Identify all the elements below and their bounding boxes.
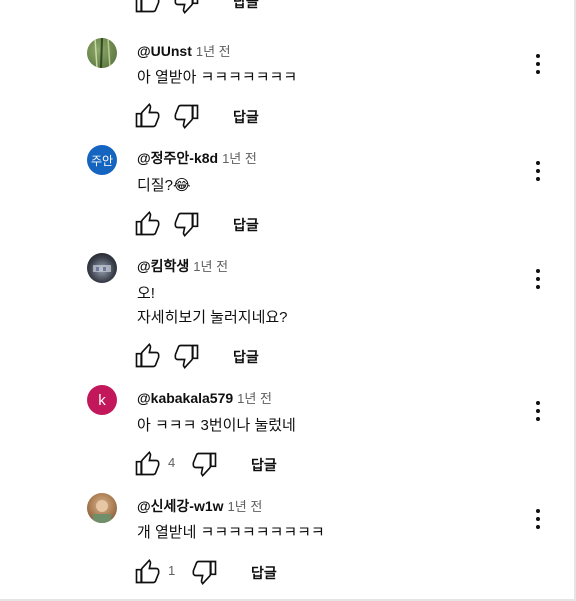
comment-time[interactable]: 1년 전 <box>228 499 263 514</box>
thumbs-up-icon <box>135 450 160 476</box>
dislike-button[interactable] <box>191 558 219 586</box>
more-options-icon[interactable] <box>528 399 548 423</box>
like-button[interactable] <box>133 450 161 478</box>
comment-actions: 답글 <box>133 102 433 130</box>
like-button[interactable] <box>133 342 161 370</box>
top-action-row: 답글 <box>133 0 433 15</box>
photo-avatar-icon <box>93 500 111 523</box>
more-options-icon[interactable] <box>528 52 548 76</box>
comment-author[interactable]: @킴학생 <box>137 258 189 274</box>
more-options-icon[interactable] <box>528 507 548 531</box>
thumbs-down-icon <box>174 104 199 130</box>
thumbs-up-icon <box>135 210 160 236</box>
reply-button[interactable]: 답글 <box>233 0 259 12</box>
dislike-button[interactable] <box>191 450 219 478</box>
avatar[interactable] <box>87 253 117 283</box>
dislike-button[interactable] <box>173 342 201 370</box>
avatar[interactable]: k <box>87 385 117 415</box>
thumbs-down-icon <box>174 0 199 15</box>
reply-button[interactable]: 답글 <box>233 215 259 235</box>
thumbs-down-icon <box>192 452 217 478</box>
comment-text: 아 ㅋㅋㅋ 3번이나 눌렀네 <box>137 417 296 434</box>
comment-author[interactable]: @정주안-k8d <box>137 150 218 166</box>
comment-author[interactable]: @UUnst <box>137 43 192 59</box>
comment-actions: 4 답글 <box>133 450 433 478</box>
thumbs-down-icon <box>174 344 199 370</box>
thumbs-up-icon <box>135 0 160 13</box>
dislike-button[interactable] <box>173 0 201 15</box>
dislike-button[interactable] <box>173 102 201 130</box>
comment-actions: 답글 <box>133 210 433 238</box>
comment-text-line-2: 자세히보기 눌러지네요? <box>137 309 288 326</box>
thumbs-up-icon <box>135 558 160 584</box>
more-options-icon[interactable] <box>528 159 548 183</box>
thumbs-down-icon <box>192 560 217 586</box>
photo-avatar-icon <box>93 265 111 272</box>
comment-text: 개 열받네 ㅋㅋㅋㅋㅋㅋㅋㅋㅋ <box>137 524 325 541</box>
thumbs-up-icon <box>135 342 160 368</box>
reply-button[interactable]: 답글 <box>233 107 259 127</box>
avatar[interactable] <box>87 493 117 523</box>
reply-button[interactable]: 답글 <box>251 563 277 583</box>
dislike-button[interactable] <box>173 210 201 238</box>
like-count: 4 <box>168 455 176 470</box>
thumbs-down-icon <box>174 212 199 238</box>
like-button[interactable] <box>133 558 161 586</box>
avatar[interactable]: 주안 <box>87 145 117 175</box>
avatar-initials: k <box>98 391 106 409</box>
reply-button[interactable]: 답글 <box>233 347 259 367</box>
reply-button[interactable]: 답글 <box>251 455 277 475</box>
comment-author[interactable]: @kabakala579 <box>137 390 233 406</box>
bamboo-avatar-icon <box>94 38 111 68</box>
thumbs-up-icon <box>135 102 160 128</box>
comment-time[interactable]: 1년 전 <box>193 259 228 274</box>
like-count: 1 <box>168 563 176 578</box>
like-button[interactable] <box>133 0 161 15</box>
comment-time[interactable]: 1년 전 <box>222 151 257 166</box>
like-button[interactable] <box>133 102 161 130</box>
avatar[interactable] <box>87 38 117 68</box>
like-button[interactable] <box>133 210 161 238</box>
comment-text-line-1: 오! <box>137 285 155 302</box>
comment-time[interactable]: 1년 전 <box>196 44 231 59</box>
comment-actions: 1 답글 <box>133 558 433 586</box>
comment-author[interactable]: @신세강-w1w <box>137 498 224 514</box>
avatar-initials: 주안 <box>90 153 114 168</box>
comment-actions: 답글 <box>133 342 433 370</box>
comment-time[interactable]: 1년 전 <box>237 391 272 406</box>
comment-text: 아 열받아 ㅋㅋㅋㅋㅋㅋㅋ <box>137 69 298 86</box>
more-options-icon[interactable] <box>528 267 548 291</box>
comment-text: 디질?😂 <box>137 177 191 194</box>
